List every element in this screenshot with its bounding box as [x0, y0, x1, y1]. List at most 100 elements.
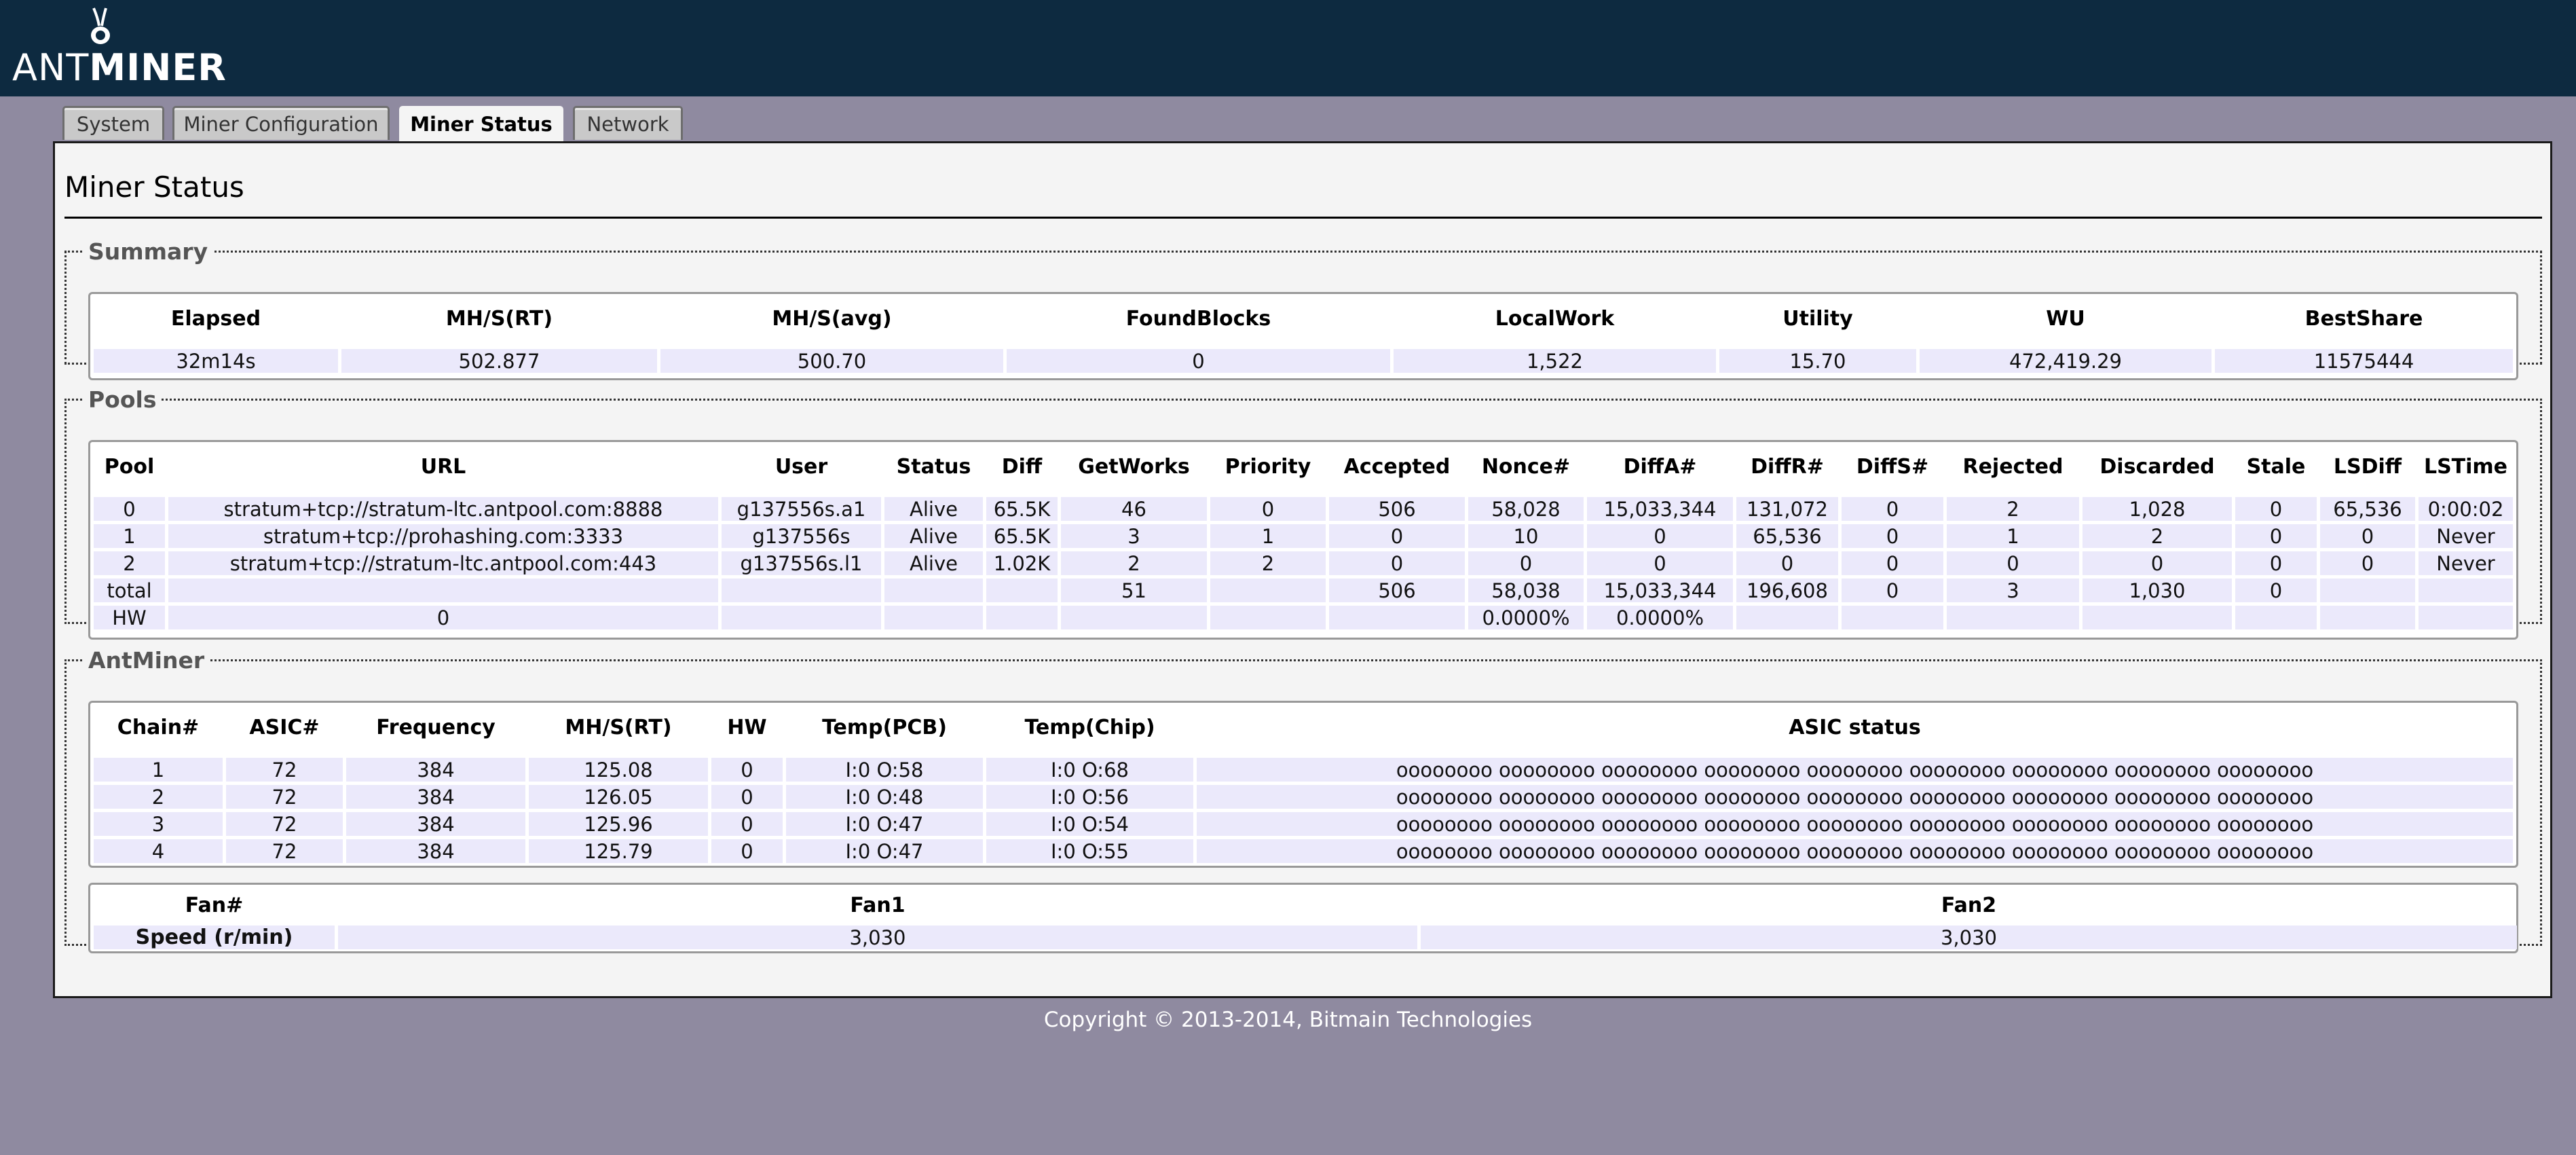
- pool-cell: 15,033,344: [1587, 579, 1733, 602]
- pool-cell: 58,028: [1468, 497, 1584, 521]
- chain-cell: 384: [346, 839, 525, 863]
- chain-cell: oooooooo oooooooo oooooooo oooooooo oooo…: [1197, 758, 2513, 782]
- pool-header: User: [774, 454, 828, 479]
- pool-cell: 0: [1842, 497, 1943, 521]
- pools-box: Pool URL User Status Diff GetWorks Priority Acc…: [88, 440, 2518, 640]
- summary-value: 472,419.29: [1920, 349, 2211, 373]
- pool-cell: 3: [1947, 579, 2079, 602]
- chain-cell: 126.05: [529, 785, 708, 809]
- pool-cell: 2: [1061, 551, 1207, 575]
- pool-cell: total: [94, 579, 165, 602]
- pool-cell: 3: [1061, 524, 1207, 548]
- content-panel: Miner Status Summary Elapsed MH/S(RT) MH…: [53, 141, 2552, 998]
- summary-value: 32m14s: [94, 349, 338, 373]
- summary-header: Utility: [1782, 306, 1853, 331]
- chains-header-row: Chain# ASIC# Frequency MH/S(RT) HW Temp(PCB) T…: [94, 706, 2513, 748]
- pool-cell: 0.0000%: [1587, 606, 1733, 629]
- pool-header: Accepted: [1343, 454, 1451, 479]
- pool-cell: 2: [1947, 497, 2079, 521]
- summary-header: LocalWork: [1495, 306, 1615, 331]
- pool-cell: 1,028: [2083, 497, 2232, 521]
- pool-cell: Alive: [884, 551, 983, 575]
- pool-cell: [722, 606, 881, 629]
- tab-miner-status[interactable]: Miner Status: [399, 106, 563, 144]
- page-title: Miner Status: [64, 170, 244, 204]
- chain-cell: 72: [226, 785, 343, 809]
- chain-cell: 0: [711, 839, 783, 863]
- fan-header: Fan1: [850, 893, 906, 917]
- pool-header: Stale: [2246, 454, 2306, 479]
- pool-cell: [2419, 579, 2513, 602]
- antminer-logo[interactable]: ANTMINER: [12, 5, 226, 89]
- fan-speed-row: Speed (r/min) 3,030 3,030: [94, 925, 2517, 949]
- copyright-footer: Copyright © 2013-2014, Bitmain Technolog…: [1043, 1008, 1533, 1032]
- pool-row: 1 stratum+tcp://prohashing.com:3333 g13755…: [94, 524, 2513, 548]
- pool-cell: 0: [2320, 551, 2415, 575]
- pool-cell: 1: [94, 524, 165, 548]
- chain-cell: I:0 O:56: [986, 785, 1193, 809]
- pool-cell: 0.0000%: [1468, 606, 1584, 629]
- pool-header: DiffR#: [1751, 454, 1824, 479]
- summary-header: FoundBlocks: [1125, 306, 1271, 331]
- title-divider: [64, 217, 2542, 219]
- pool-cell: 0: [1947, 551, 2079, 575]
- pool-cell: 0: [1842, 524, 1943, 548]
- pool-row: total 51 506 58,038 15,033,344 196,608 0 3 1,030…: [94, 579, 2513, 602]
- pool-cell: [884, 579, 983, 602]
- pool-cell: [986, 579, 1058, 602]
- chain-cell: 3: [94, 812, 223, 836]
- chain-cell: 0: [711, 812, 783, 836]
- chain-cell: 125.79: [529, 839, 708, 863]
- pool-cell: 1,030: [2083, 579, 2232, 602]
- pools-header-row: Pool URL User Status Diff GetWorks Priority Acc…: [94, 445, 2513, 488]
- chain-row: 2 72 384 126.05 0 I:0 O:48 I:0 O:56 oooooooo oo…: [94, 785, 2513, 809]
- chain-header: Chain#: [117, 715, 200, 739]
- pool-cell: g137556s.l1: [722, 551, 881, 575]
- pool-cell: [884, 606, 983, 629]
- fan2-speed: 3,030: [1421, 925, 2517, 949]
- pool-cell: [1329, 606, 1465, 629]
- chains-table: Chain# ASIC# Frequency MH/S(RT) HW Temp(PCB) T…: [90, 703, 2516, 866]
- fan-header: Fan2: [1941, 893, 1997, 917]
- chain-cell: I:0 O:47: [786, 839, 983, 863]
- chain-row: 1 72 384 125.08 0 I:0 O:58 I:0 O:68 oooooooo oo…: [94, 758, 2513, 782]
- summary-value: 11575444: [2215, 349, 2513, 373]
- pool-cell: [986, 606, 1058, 629]
- chain-cell: 4: [94, 839, 223, 863]
- pool-cell: stratum+tcp://stratum-ltc.antpool.com:44…: [168, 551, 718, 575]
- pool-cell: g137556s: [722, 524, 881, 548]
- pool-cell: 58,038: [1468, 579, 1584, 602]
- pool-cell: [1947, 606, 2079, 629]
- pool-cell: [2320, 606, 2415, 629]
- pool-cell: 0: [1736, 551, 1838, 575]
- fan-header: Fan#: [185, 893, 244, 917]
- fan-header-row: Fan# Fan1 Fan2: [94, 888, 2517, 922]
- fan-table: Fan# Fan1 Fan2 Speed (r/min) 3,030 3,030: [90, 885, 2520, 953]
- pool-cell: 0: [2235, 497, 2317, 521]
- pool-cell: 0: [2235, 579, 2317, 602]
- pool-cell: 0: [94, 497, 165, 521]
- chain-header: ASIC#: [249, 715, 320, 739]
- summary-value-row: 32m14s 502.877 500.70 0 1,522 15.70 472,…: [94, 349, 2513, 373]
- pool-cell: 0: [1329, 524, 1465, 548]
- chain-cell: I:0 O:58: [786, 758, 983, 782]
- tab-miner-configuration[interactable]: Miner Configuration: [172, 106, 390, 140]
- pool-cell: [1736, 606, 1838, 629]
- summary-section: Summary Elapsed MH/S(RT) MH/S(avg) Found…: [64, 238, 2542, 380]
- tab-network[interactable]: Network: [573, 106, 683, 140]
- chain-cell: oooooooo oooooooo oooooooo oooooooo oooo…: [1197, 839, 2513, 863]
- summary-value: 15.70: [1719, 349, 1916, 373]
- pool-cell: [2320, 579, 2415, 602]
- chain-header: ASIC status: [1789, 715, 1921, 739]
- summary-header: MH/S(RT): [445, 306, 553, 331]
- summary-header: MH/S(avg): [772, 306, 892, 331]
- pool-cell: 506: [1329, 497, 1465, 521]
- tab-system[interactable]: System: [62, 106, 164, 140]
- pool-cell: 506: [1329, 579, 1465, 602]
- summary-header: Elapsed: [170, 306, 261, 331]
- chain-cell: I:0 O:55: [986, 839, 1193, 863]
- pool-cell: 0: [1329, 551, 1465, 575]
- pool-header: Status: [896, 454, 971, 479]
- pools-legend: Pools: [88, 386, 157, 413]
- chain-header: Temp(PCB): [822, 715, 947, 739]
